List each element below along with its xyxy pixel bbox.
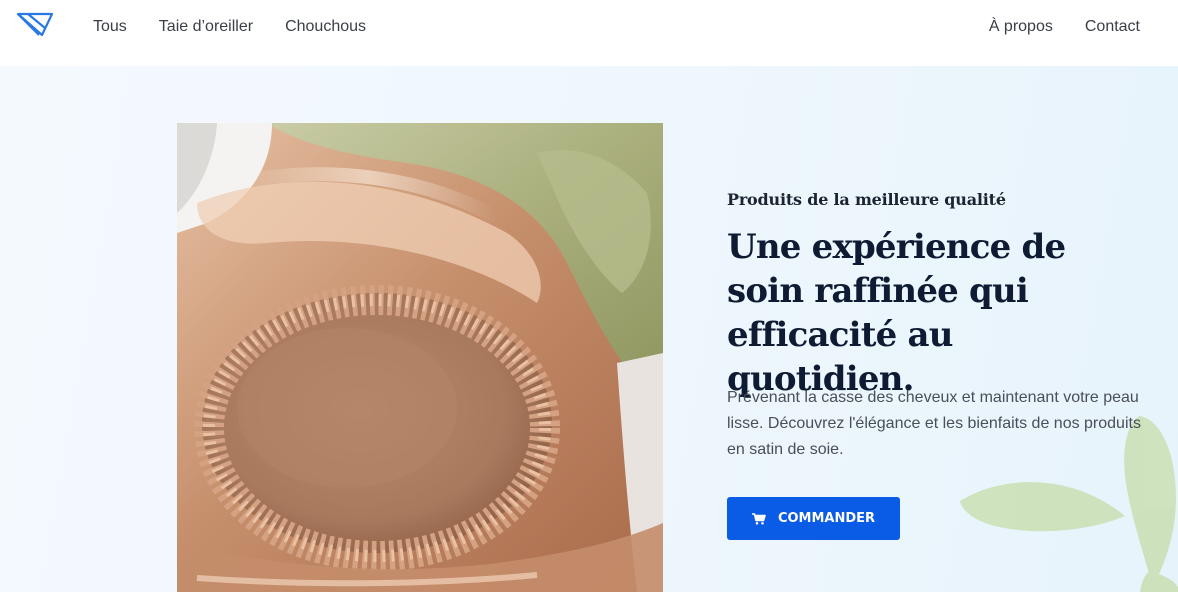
satin-bonnet-photo xyxy=(177,123,663,592)
hero-eyebrow: Produits de la meilleure qualité xyxy=(727,190,1006,209)
order-button-label: COMMANDER xyxy=(777,511,876,526)
nav-link-a-propos[interactable]: À propos xyxy=(989,17,1053,37)
nav-link-taie-oreiller[interactable]: Taie d’oreiller xyxy=(159,17,253,37)
hero-section: Produits de la meilleure qualité Une exp… xyxy=(0,66,1178,592)
cart-icon xyxy=(751,512,766,525)
main-nav: Tous Taie d’oreiller Chouchous xyxy=(93,17,398,37)
order-button[interactable]: COMMANDER xyxy=(727,497,900,540)
secondary-nav: À propos Contact xyxy=(957,17,1140,37)
top-navbar: Tous Taie d’oreiller Chouchous À propos … xyxy=(0,0,1178,66)
nav-link-chouchous[interactable]: Chouchous xyxy=(285,17,366,37)
nav-link-contact[interactable]: Contact xyxy=(1085,17,1140,37)
nav-link-tous[interactable]: Tous xyxy=(93,17,127,37)
hero-description: Prévenant la casse des cheveux et mainte… xyxy=(727,389,1141,458)
diamond-logo-icon[interactable] xyxy=(16,11,56,39)
hero-headline: Une expérience de soin raffinée qui effi… xyxy=(727,227,1066,399)
